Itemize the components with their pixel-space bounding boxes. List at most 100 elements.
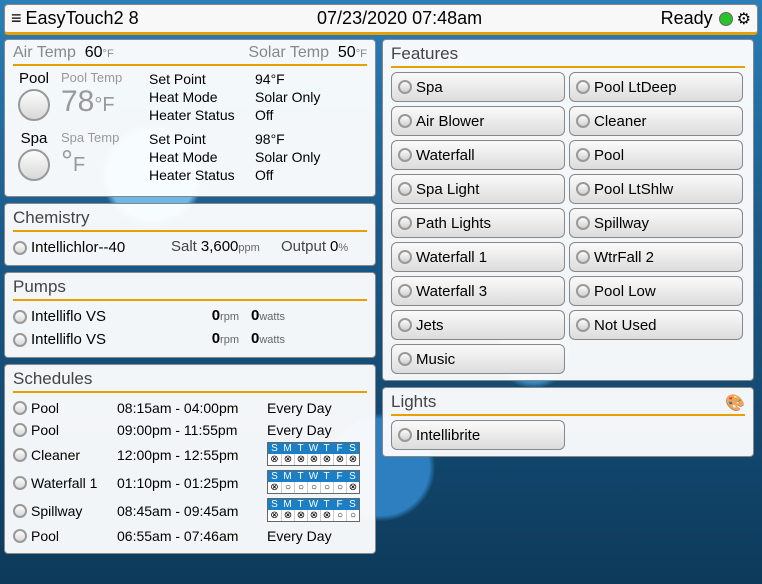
chemistry-title: Chemistry [13, 208, 367, 230]
feature-label: Waterfall [416, 147, 475, 164]
settings-icon[interactable]: ⚙ [737, 9, 751, 29]
feature-label: Not Used [594, 317, 657, 334]
schedule-name: Pool [13, 419, 117, 441]
features-panel: Features Spa Pool LtDeep Air Blower Cleaner… [382, 39, 754, 381]
schedules-panel: Schedules Pool 08:15am - 04:00pm Every D… [4, 364, 376, 554]
feature-button[interactable]: Not Used [569, 310, 743, 340]
schedule-row: Pool 06:55am - 07:46am Every Day [13, 525, 367, 547]
schedule-row: Pool 09:00pm - 11:55pm Every Day [13, 419, 367, 441]
feature-label: Path Lights [416, 215, 491, 232]
feature-status-icon [576, 284, 590, 298]
feature-status-icon [576, 250, 590, 264]
body-temp: Spa Temp °F [61, 130, 143, 179]
feature-label: Jets [416, 317, 444, 334]
schedule-status-icon[interactable] [13, 529, 27, 543]
pumps-panel: Pumps Intelliflo VS 0rpm 0watts Intellif… [4, 272, 376, 358]
feature-label: Cleaner [594, 113, 647, 130]
schedule-status-icon[interactable] [13, 423, 27, 437]
light-button[interactable]: Intellibrite [391, 420, 565, 450]
chem-status-icon[interactable] [13, 241, 27, 255]
feature-status-icon [398, 148, 412, 162]
body-temp: Pool Temp 78°F [61, 70, 143, 119]
schedules-title: Schedules [13, 369, 367, 391]
feature-button[interactable]: Spa [391, 72, 565, 102]
feature-label: Air Blower [416, 113, 484, 130]
feature-button[interactable]: Jets [391, 310, 565, 340]
schedule-times: 08:15am - 04:00pm [117, 397, 267, 419]
header-bar: ≡ EasyTouch2 8 07/23/2020 07:48am Ready … [4, 4, 758, 35]
feature-button[interactable]: Pool LtDeep [569, 72, 743, 102]
light-status-icon [398, 428, 412, 442]
schedule-name: Pool [13, 397, 117, 419]
schedule-name: Spillway [13, 500, 117, 522]
lights-panel: Lights 🎨 Intellibrite [382, 387, 754, 457]
status-text: Ready [661, 8, 713, 29]
feature-button[interactable]: Spa Light [391, 174, 565, 204]
pumps-title: Pumps [13, 277, 367, 299]
pump-row: Intelliflo VS 0rpm 0watts [13, 328, 367, 351]
schedule-day-grid[interactable]: SMTWTFS [267, 442, 360, 466]
body-name: Spa [13, 130, 55, 181]
feature-button[interactable]: Spillway [569, 208, 743, 238]
schedule-row: Waterfall 1 01:10pm - 01:25pm SMTWTFS [13, 469, 367, 497]
feature-label: Spa [416, 79, 443, 96]
feature-status-icon [398, 284, 412, 298]
feature-label: Pool Low [594, 283, 656, 300]
body-toggle-icon[interactable] [18, 89, 50, 121]
feature-label: Pool [594, 147, 624, 164]
schedule-row: Spillway 08:45am - 09:45am SMTWTFS [13, 497, 367, 525]
schedule-day-grid[interactable]: SMTWTFS [267, 498, 360, 522]
feature-button[interactable]: Cleaner [569, 106, 743, 136]
feature-status-icon [398, 352, 412, 366]
feature-button[interactable]: Music [391, 344, 565, 374]
feature-status-icon [398, 250, 412, 264]
pump-status-icon[interactable] [13, 333, 27, 347]
palette-icon[interactable]: 🎨 [725, 393, 745, 413]
body-row: Pool Pool Temp 78°F Set PointHeat ModeHe… [13, 70, 367, 124]
air-temp: Air Temp 60°F [13, 44, 114, 62]
body-row: Spa Spa Temp °F Set PointHeat ModeHeater… [13, 130, 367, 184]
feature-button[interactable]: WtrFall 2 [569, 242, 743, 272]
feature-button[interactable]: Pool LtShlw [569, 174, 743, 204]
feature-button[interactable]: Air Blower [391, 106, 565, 136]
feature-button[interactable]: Pool [569, 140, 743, 170]
body-toggle-icon[interactable] [18, 149, 50, 181]
app-title: EasyTouch2 8 [26, 8, 139, 29]
schedule-status-icon[interactable] [13, 448, 27, 462]
pump-name: Intelliflo VS [31, 329, 181, 351]
feature-status-icon [398, 318, 412, 332]
feature-status-icon [398, 114, 412, 128]
chemistry-panel: Chemistry Intellichlor--40 Salt 3,600 pp… [4, 203, 376, 266]
body-name: Pool [13, 70, 55, 121]
feature-status-icon [576, 148, 590, 162]
feature-button[interactable]: Pool Low [569, 276, 743, 306]
feature-label: Spillway [594, 215, 649, 232]
schedule-row: Pool 08:15am - 04:00pm Every Day [13, 397, 367, 419]
lights-title: Lights [391, 392, 436, 414]
schedule-name: Cleaner [13, 444, 117, 466]
schedule-day-grid[interactable]: SMTWTFS [267, 470, 360, 494]
feature-status-icon [576, 318, 590, 332]
feature-button[interactable]: Waterfall 1 [391, 242, 565, 272]
feature-button[interactable]: Waterfall [391, 140, 565, 170]
feature-status-icon [576, 114, 590, 128]
features-title: Features [391, 44, 745, 66]
chem-name: Intellichlor--40 [31, 237, 171, 259]
feature-status-icon [576, 80, 590, 94]
pump-status-icon[interactable] [13, 310, 27, 324]
schedule-name: Pool [13, 525, 117, 547]
feature-status-icon [398, 216, 412, 230]
schedule-days: Every Day [267, 397, 332, 419]
feature-status-icon [398, 80, 412, 94]
schedule-status-icon[interactable] [13, 504, 27, 518]
feature-label: Waterfall 1 [416, 249, 487, 266]
solar-temp: Solar Temp 50°F [248, 44, 367, 62]
feature-button[interactable]: Path Lights [391, 208, 565, 238]
menu-icon[interactable]: ≡ [11, 8, 22, 29]
schedule-status-icon[interactable] [13, 476, 27, 490]
feature-button[interactable]: Waterfall 3 [391, 276, 565, 306]
schedule-name: Waterfall 1 [13, 472, 117, 494]
light-label: Intellibrite [416, 427, 480, 444]
schedule-status-icon[interactable] [13, 401, 27, 415]
schedule-times: 12:00pm - 12:55pm [117, 444, 267, 466]
